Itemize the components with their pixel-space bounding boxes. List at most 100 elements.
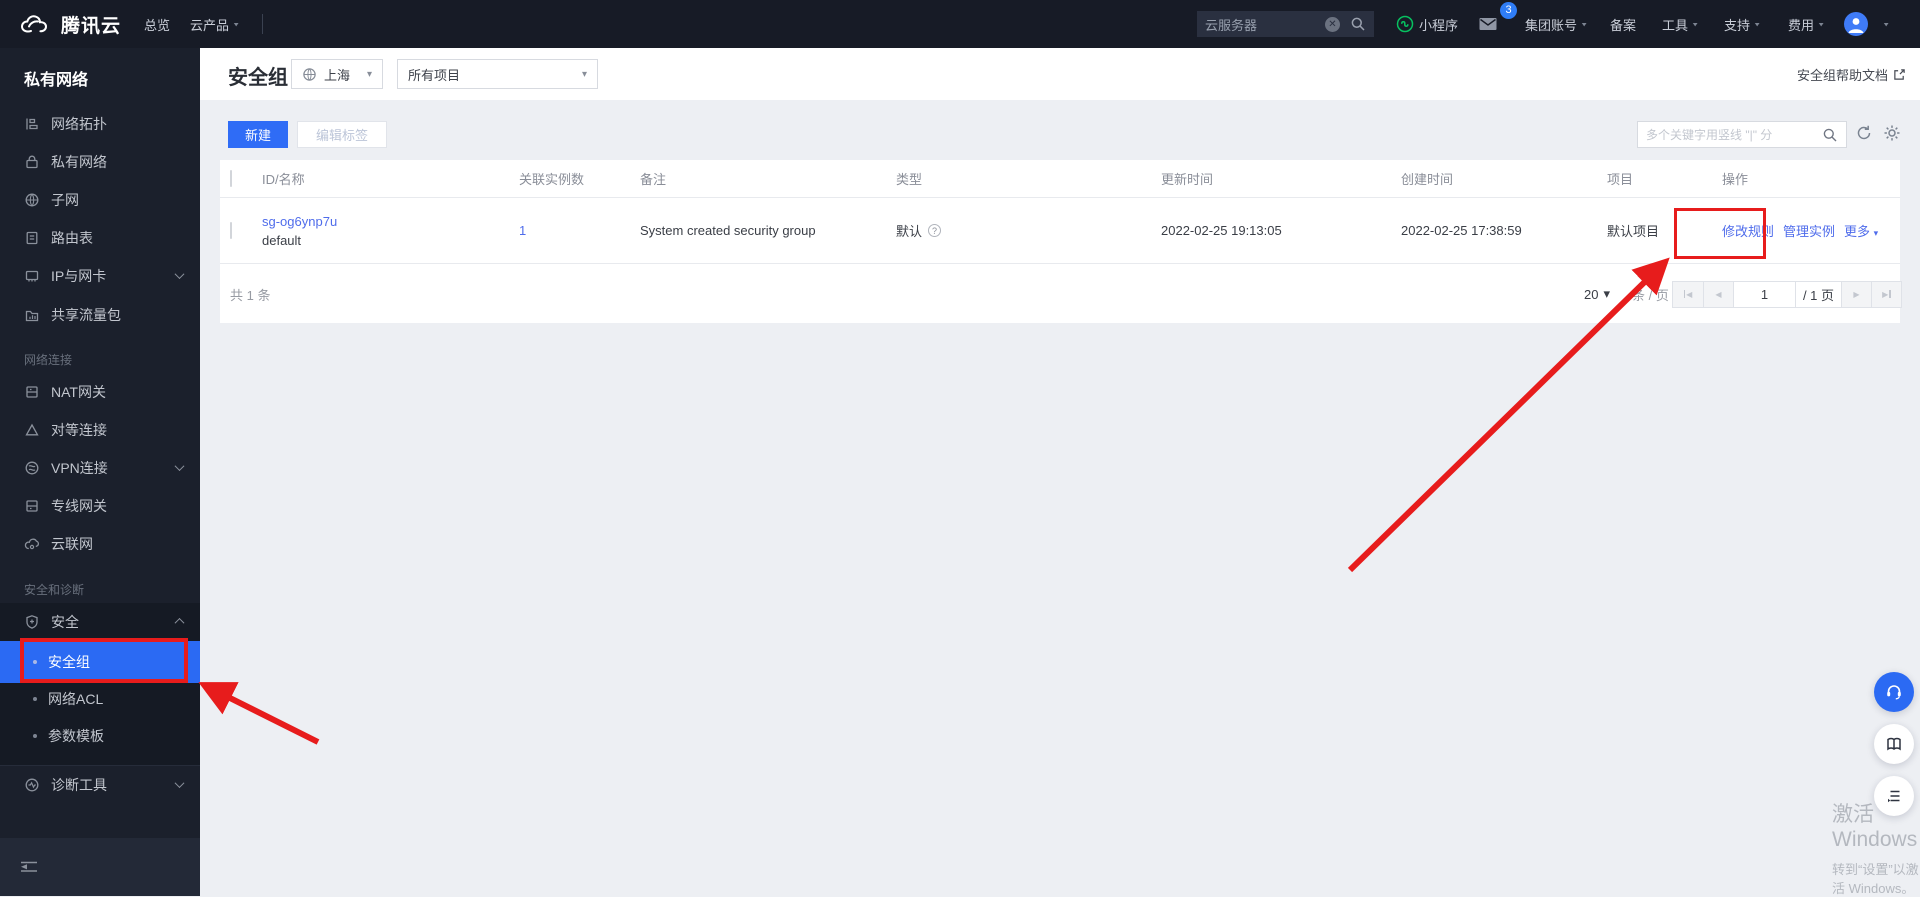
mini-program-icon [1396,15,1414,33]
col-header-id: ID/名称 [262,172,305,187]
page-number-input[interactable] [1739,286,1790,302]
nav-support[interactable]: 支持 ▾ [1724,0,1760,48]
col-header-updated: 更新时间 [1161,172,1214,187]
page-size-select[interactable]: 20 ▾ [1584,286,1610,302]
windows-activation-watermark: 激活 Windows 转到“设置”以激活 Windows。 [1832,803,1919,896]
bullet-dot [33,734,37,738]
settings-gear-icon[interactable] [1883,124,1903,144]
sidebar-item-peering[interactable]: 对等连接 [0,411,200,449]
security-group-table-card: ID/名称 关联实例数 备注 类型 更新时间 创建时间 项目 操作 sg-og6… [220,160,1902,323]
account-menu-caret[interactable]: ▾ [1884,0,1889,48]
shield-icon [24,614,40,630]
caret-down-icon: ▾ [1603,286,1610,301]
ccn-cloud-icon [24,536,40,552]
col-header-type: 类型 [896,172,923,187]
prev-page-button[interactable]: ◀ [1703,281,1733,307]
row-checkbox[interactable] [230,222,232,239]
sidebar-item-ip-nic[interactable]: IP与网卡 [0,257,200,295]
page-total-label: / 1 页 [1795,281,1841,307]
lock-icon [24,154,40,170]
list-search-input[interactable] [1646,127,1822,142]
next-page-button[interactable]: ▶ [1841,281,1871,307]
search-icon[interactable] [1822,127,1838,143]
col-header-created: 创建时间 [1401,172,1454,187]
sidebar-item-direct-connect[interactable]: 专线网关 [0,487,200,525]
sidebar-item-diagnostic[interactable]: 诊断工具 [0,766,200,804]
select-all-checkbox[interactable] [230,170,232,187]
caret-down-icon: ▾ [1692,19,1698,28]
nav-tools[interactable]: 工具 ▾ [1662,0,1698,48]
user-avatar[interactable] [1844,0,1868,48]
collapse-sidebar-icon[interactable] [20,860,38,874]
modify-rules-link[interactable]: 修改规则 [1722,221,1774,240]
bullet-dot [33,660,37,664]
refresh-icon[interactable] [1855,124,1875,144]
caret-down-icon: ▾ [366,68,372,80]
sidebar-item-security[interactable]: 安全 [0,603,200,641]
sidebar-item-nat[interactable]: NAT网关 [0,373,200,411]
nav-group-account[interactable]: 集团账号 ▾ [1525,0,1587,48]
first-page-button[interactable]: ◀ [1673,281,1703,307]
customer-service-button[interactable] [1874,672,1914,712]
list-search-box[interactable] [1637,121,1847,148]
topology-icon [24,116,40,132]
topbar-search-input[interactable] [1205,16,1325,32]
nav-billing[interactable]: 费用 ▾ [1788,0,1824,48]
search-icon[interactable] [1350,16,1366,32]
instance-count-link[interactable]: 1 [519,223,526,238]
created-time: 2022-02-25 17:38:59 [1401,223,1522,238]
edit-tags-button[interactable]: 编辑标签 [297,121,387,148]
external-link-icon [1893,68,1906,81]
more-actions-link[interactable]: 更多 ▾ [1844,221,1878,240]
last-page-button[interactable]: ▶ [1871,281,1901,307]
region-selector[interactable]: 上海 ▾ [291,59,383,89]
mini-program-entry[interactable]: 小程序 [1396,0,1458,48]
project-filter-select[interactable]: 所有项目 ▾ [397,59,598,89]
sidebar-item-security-group-active[interactable]: 安全组 [0,641,200,683]
chevron-down-icon [174,269,185,280]
sidebar-item-vpn[interactable]: VPN连接 [0,449,200,487]
peering-icon [24,422,40,438]
nav-cloud-products[interactable]: 云产品 ▾ [190,0,239,48]
sidebar-item-route-table[interactable]: 路由表 [0,219,200,257]
nav-beian[interactable]: 备案 [1610,0,1636,48]
pagination-bar: 共 1 条 20 ▾ 条 / 页 ◀ ◀ / 1 页 ▶ ▶ [220,265,1902,323]
help-doc-link[interactable]: 安全组帮助文档 [1797,48,1906,100]
globe-icon [24,192,40,208]
nav-overview[interactable]: 总览 [144,0,170,48]
sidebar-item-network-acl[interactable]: 网络ACL [0,680,200,718]
clear-search-icon[interactable]: ✕ [1325,16,1340,32]
sidebar-item-topology[interactable]: 网络拓扑 [0,105,200,143]
create-button[interactable]: 新建 [228,121,288,148]
security-group-id-link[interactable]: sg-og6ynp7u [262,214,337,229]
topbar-divider [262,14,263,34]
chevron-up-icon [174,617,185,628]
bullet-dot [33,697,37,701]
manage-instances-link[interactable]: 管理实例 [1783,221,1835,240]
sidebar-item-subnet[interactable]: 子网 [0,181,200,219]
sidebar-section-security: 安全和诊断 [24,582,85,597]
survey-button[interactable] [1874,776,1914,816]
mail-entry[interactable] [1478,0,1498,48]
sidebar-section-network: 网络连接 [24,352,73,367]
col-header-remark: 备注 [640,172,667,187]
region-value: 上海 [324,67,351,83]
nic-icon [24,268,40,284]
col-header-instances: 关联实例数 [519,172,585,187]
caret-down-icon: ▾ [1754,19,1760,28]
documentation-button[interactable] [1874,724,1914,764]
sidebar-footer [0,838,200,896]
document-icon [24,230,40,246]
sidebar-item-param-template[interactable]: 参数模板 [0,717,200,755]
sidebar-item-vpc[interactable]: 私有网络 [0,143,200,181]
sidebar-item-shared-traffic[interactable]: 共享流量包 [0,296,200,334]
remark-cell: System created security group [640,223,816,238]
topbar-search[interactable]: ✕ [1197,11,1374,37]
vpn-icon [24,460,40,476]
chevron-down-icon [174,778,185,789]
security-group-name: default [262,232,302,248]
help-question-icon[interactable]: ? [928,224,942,237]
tencent-cloud-logo[interactable]: 腾讯云 [18,0,121,48]
sidebar-item-ccn[interactable]: 云联网 [0,525,200,563]
project-cell: 默认项目 [1607,224,1660,239]
